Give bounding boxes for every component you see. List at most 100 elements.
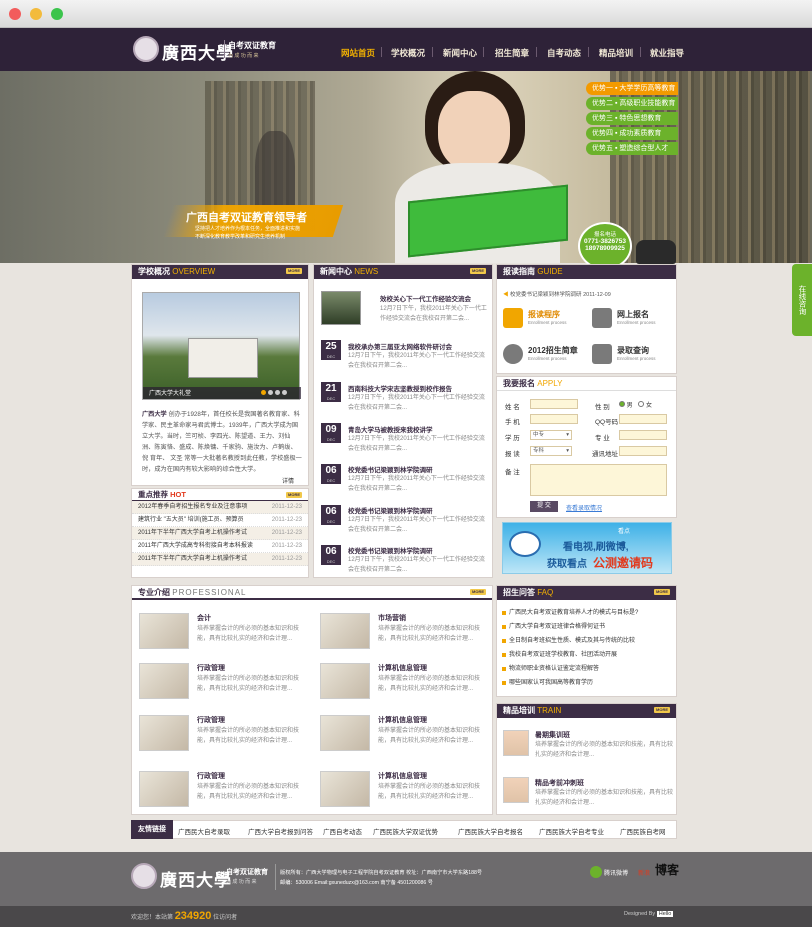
course-thumbnail[interactable] bbox=[320, 663, 370, 699]
news-item-title[interactable]: 校党委书记梁颖到林学院调研 bbox=[348, 464, 433, 474]
advantage-tab-5[interactable]: 优势五 ▪ 塑造综合型人才 bbox=[586, 142, 678, 155]
maximize-window-button[interactable] bbox=[51, 8, 63, 20]
course-name[interactable]: 会计 bbox=[197, 613, 211, 623]
news-item-title[interactable]: 校党委书记梁颖到林学院调研 bbox=[348, 505, 433, 515]
blog-logo[interactable]: 博客 bbox=[655, 861, 679, 878]
hot-item[interactable]: 2011年广西大学成高专科衔接自考本科报读 2011-12-23 bbox=[132, 540, 308, 553]
course-thumbnail[interactable] bbox=[139, 771, 189, 807]
course-thumbnail[interactable] bbox=[320, 715, 370, 751]
faq-item[interactable]: 哪些国家认可我国高等教育学历 bbox=[497, 676, 676, 690]
nav-updates[interactable]: 自考动态 bbox=[547, 47, 581, 59]
more-button[interactable]: MORE bbox=[470, 268, 486, 274]
more-button[interactable]: MORE bbox=[654, 707, 670, 713]
friend-link[interactable]: 广西大学自考报到问答 bbox=[248, 826, 313, 836]
more-button[interactable]: MORE bbox=[286, 492, 302, 498]
phone-field[interactable] bbox=[530, 414, 578, 424]
close-window-button[interactable] bbox=[9, 8, 21, 20]
note-textarea[interactable] bbox=[530, 464, 667, 496]
details-link[interactable]: 详情 bbox=[282, 476, 294, 485]
submit-button[interactable]: 提 交 bbox=[530, 501, 558, 512]
hot-item[interactable]: 2011年下半年广西大学自考上机操作考试 2011-12-23 bbox=[132, 553, 308, 566]
advantage-tab-4[interactable]: 优势四 ▪ 成功素质教育 bbox=[586, 127, 678, 140]
guide-card-online[interactable]: 网上报名 Enrollment process bbox=[592, 306, 672, 334]
slide-dot[interactable] bbox=[282, 390, 287, 395]
course-name[interactable]: 市场营销 bbox=[378, 613, 406, 623]
friend-link[interactable]: 广西民大自考录取 bbox=[178, 826, 230, 836]
slide-dot[interactable] bbox=[275, 390, 280, 395]
news-item-title[interactable]: 我校承办第三届亚太网络软件研讨会 bbox=[348, 341, 452, 351]
nav-admissions[interactable]: 招生简章 bbox=[495, 47, 529, 59]
course-thumbnail[interactable] bbox=[139, 715, 189, 751]
campus-photo[interactable]: 广西大学大礼堂 bbox=[142, 292, 301, 400]
address-field[interactable] bbox=[619, 446, 667, 456]
hot-item[interactable]: 2011年下半年广西大学自考上机操作考试 2011-12-23 bbox=[132, 527, 308, 540]
more-button[interactable]: MORE bbox=[286, 268, 302, 274]
train-item-title[interactable]: 暑期集训班 bbox=[535, 730, 570, 740]
trainee-photo[interactable] bbox=[503, 777, 529, 803]
faq-item[interactable]: 全日制自考班招生性质、模式及其与传统的比较 bbox=[497, 634, 676, 648]
sina-label[interactable]: 新浪 bbox=[638, 868, 650, 877]
nav-about[interactable]: 学校概况 bbox=[391, 47, 425, 59]
more-button[interactable]: MORE bbox=[470, 589, 486, 595]
nav-training[interactable]: 精品培训 bbox=[599, 47, 633, 59]
friend-link[interactable]: 广西民族大学自考报名 bbox=[458, 826, 523, 836]
train-item-title[interactable]: 精品考前冲刺班 bbox=[535, 778, 584, 788]
course-name[interactable]: 行政管理 bbox=[197, 771, 225, 781]
hot-item[interactable]: 建筑行业 "五大员" 培训(施工员、预算员 2011-12-23 bbox=[132, 514, 308, 527]
faq-item[interactable]: 广西民大自考双证教育培养人才的模式与目标是? bbox=[497, 606, 676, 620]
faq-item[interactable]: 物流师职业资格认证鉴定流程解答 bbox=[497, 662, 676, 676]
advantage-tab-3[interactable]: 优势三 ▪ 特色思想教育 bbox=[586, 112, 678, 125]
friend-link[interactable]: 广西民族自考网 bbox=[620, 826, 666, 836]
course-name[interactable]: 计算机信息管理 bbox=[378, 771, 427, 781]
course-select[interactable]: 专科 ▾ bbox=[530, 446, 572, 456]
major-field[interactable] bbox=[619, 430, 667, 440]
news-item-title[interactable]: 校党委书记梁颖到林学院调研 bbox=[348, 545, 433, 555]
news-item-title[interactable]: 青岛大学马被教授来我校讲学 bbox=[348, 424, 433, 434]
nav-news[interactable]: 新闻中心 bbox=[443, 47, 477, 59]
guide-notice[interactable]: ◀ 校党委书记梁颖到林学院调研 2011-12-09 bbox=[503, 290, 611, 298]
minimize-window-button[interactable] bbox=[30, 8, 42, 20]
guide-card-brochure[interactable]: 2012招生简章 Enrollment process bbox=[503, 342, 583, 370]
radio-female[interactable] bbox=[638, 401, 645, 407]
online-consult-tab[interactable]: 在线咨询 bbox=[792, 264, 812, 336]
faq-item[interactable]: 我校自考双证班学校教育、社团活动开展 bbox=[497, 648, 676, 662]
advantage-tab-2[interactable]: 优势二 ▪ 高级职业技能教育 bbox=[586, 97, 678, 110]
news-top-title[interactable]: 效校关心下一代工作经验交流会 bbox=[380, 293, 471, 303]
nav-home[interactable]: 网站首页 bbox=[341, 47, 375, 59]
slide-dot[interactable] bbox=[268, 390, 273, 395]
course-name[interactable]: 计算机信息管理 bbox=[378, 663, 427, 673]
tencent-weibo-label[interactable]: 腾讯微博 bbox=[604, 868, 628, 877]
nav-career[interactable]: 就业指导 bbox=[650, 47, 684, 59]
designer-name[interactable]: Hello bbox=[656, 911, 674, 917]
name-field[interactable] bbox=[530, 399, 578, 409]
course-thumbnail[interactable] bbox=[320, 771, 370, 807]
news-item-title[interactable]: 西南科技大学宋志坚教授到校作报告 bbox=[348, 383, 452, 393]
friend-link[interactable]: 广西民族大学双证优势 bbox=[373, 826, 438, 836]
friend-link[interactable]: 广西民族大学自考专业 bbox=[539, 826, 604, 836]
guide-card-sub: Enrollment process bbox=[617, 320, 656, 325]
trainee-photo[interactable] bbox=[503, 730, 529, 756]
advantage-tab-1[interactable]: 优势一 ▪ 大学学历高等教育 bbox=[586, 82, 678, 95]
course-thumbnail[interactable] bbox=[139, 663, 189, 699]
phone-badge[interactable]: 报名电话 0771-3826753 18978909925 bbox=[578, 222, 632, 270]
course-name[interactable]: 计算机信息管理 bbox=[378, 715, 427, 725]
faq-item[interactable]: 广西大学自考双证班律合格得何证书 bbox=[497, 620, 676, 634]
slide-dots[interactable] bbox=[261, 390, 297, 395]
course-name[interactable]: 行政管理 bbox=[197, 663, 225, 673]
guide-card-process[interactable]: 报读程序 Enrollment process bbox=[503, 306, 583, 334]
more-button[interactable]: MORE bbox=[654, 589, 670, 595]
weibo-ad-banner[interactable]: 看点 看电视,刷微博, 获取看点 公测邀请码 bbox=[502, 522, 672, 574]
course-thumbnail[interactable] bbox=[320, 613, 370, 649]
slide-dot[interactable] bbox=[261, 390, 266, 395]
hot-item[interactable]: 2012年春季自考招生报名专业及注意事项 2011-12-23 bbox=[132, 501, 308, 514]
news-thumbnail[interactable] bbox=[321, 291, 361, 325]
guide-card-result[interactable]: 录取查询 Enrollment process bbox=[592, 342, 672, 370]
friend-link[interactable]: 广西自考动态 bbox=[323, 826, 362, 836]
course-name[interactable]: 行政管理 bbox=[197, 715, 225, 725]
course-thumbnail[interactable] bbox=[139, 613, 189, 649]
tencent-weibo-icon[interactable] bbox=[590, 866, 602, 878]
qq-field[interactable] bbox=[619, 414, 667, 424]
education-select[interactable]: 中专 ▾ bbox=[530, 430, 572, 440]
query-link[interactable]: 查看录取情况 bbox=[566, 503, 602, 512]
radio-male[interactable] bbox=[619, 401, 625, 407]
